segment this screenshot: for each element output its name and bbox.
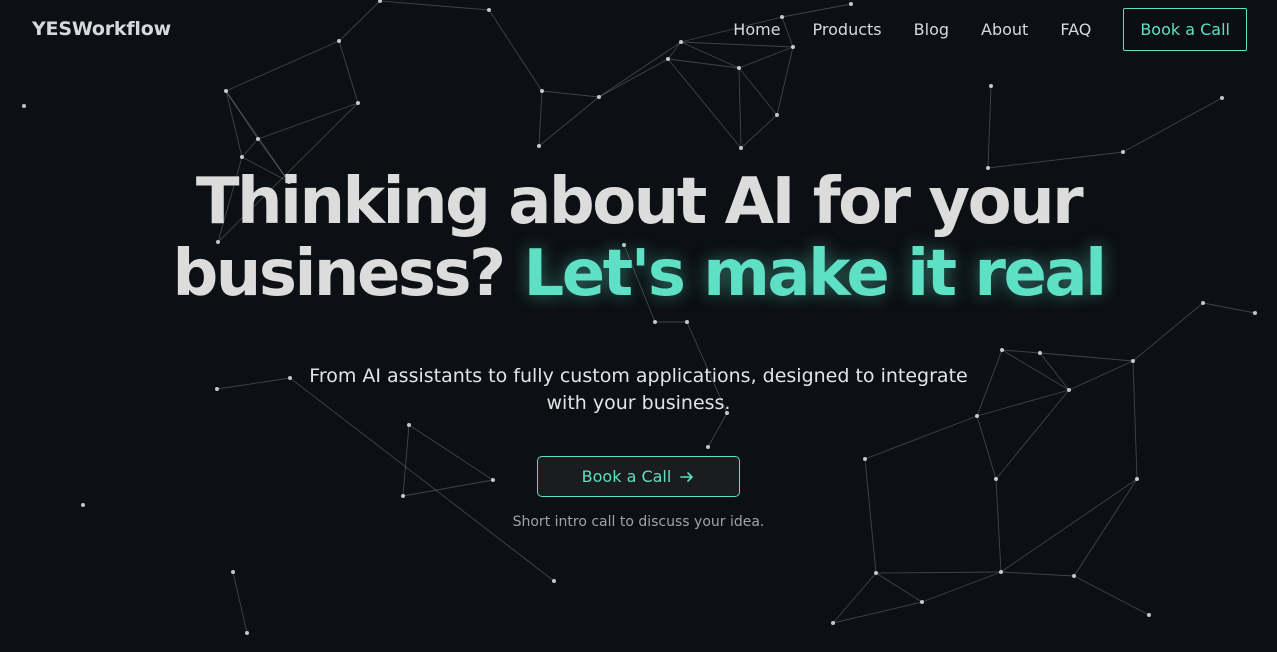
hero-cta-label: Book a Call	[581, 467, 672, 486]
hero-subtitle: From AI assistants to fully custom appli…	[0, 363, 1277, 417]
cta-note: Short intro call to discuss your idea.	[512, 514, 765, 530]
book-call-nav-button[interactable]: Book a Call	[1123, 8, 1247, 51]
subtitle-line1: From AI assistants to fully custom appli…	[309, 365, 968, 387]
nav-about[interactable]: About	[981, 20, 1028, 39]
main-nav: Home Products Blog About FAQ Book a Call	[733, 8, 1247, 51]
nav-blog[interactable]: Blog	[914, 20, 949, 39]
book-call-hero-button[interactable]: Book a Call	[537, 456, 740, 497]
nav-faq[interactable]: FAQ	[1060, 20, 1091, 39]
hero-title: Thinking about AI for your business? Let…	[0, 166, 1277, 310]
hero-title-plain: business?	[172, 237, 506, 311]
hero-title-accent: Let's make it real	[523, 237, 1107, 311]
hero-title-line1: Thinking about AI for your	[195, 165, 1084, 239]
page: YESWorkflow Home Products Blog About FAQ…	[0, 0, 1277, 652]
hero-title-line2: business? Let's make it real	[0, 238, 1277, 310]
arrow-right-icon	[680, 471, 694, 482]
network-background	[22, 0, 1257, 635]
logo[interactable]: YESWorkflow	[32, 18, 171, 40]
nav-home[interactable]: Home	[733, 20, 780, 39]
subtitle-line2: with your business.	[546, 392, 731, 414]
nav-products[interactable]: Products	[813, 20, 882, 39]
